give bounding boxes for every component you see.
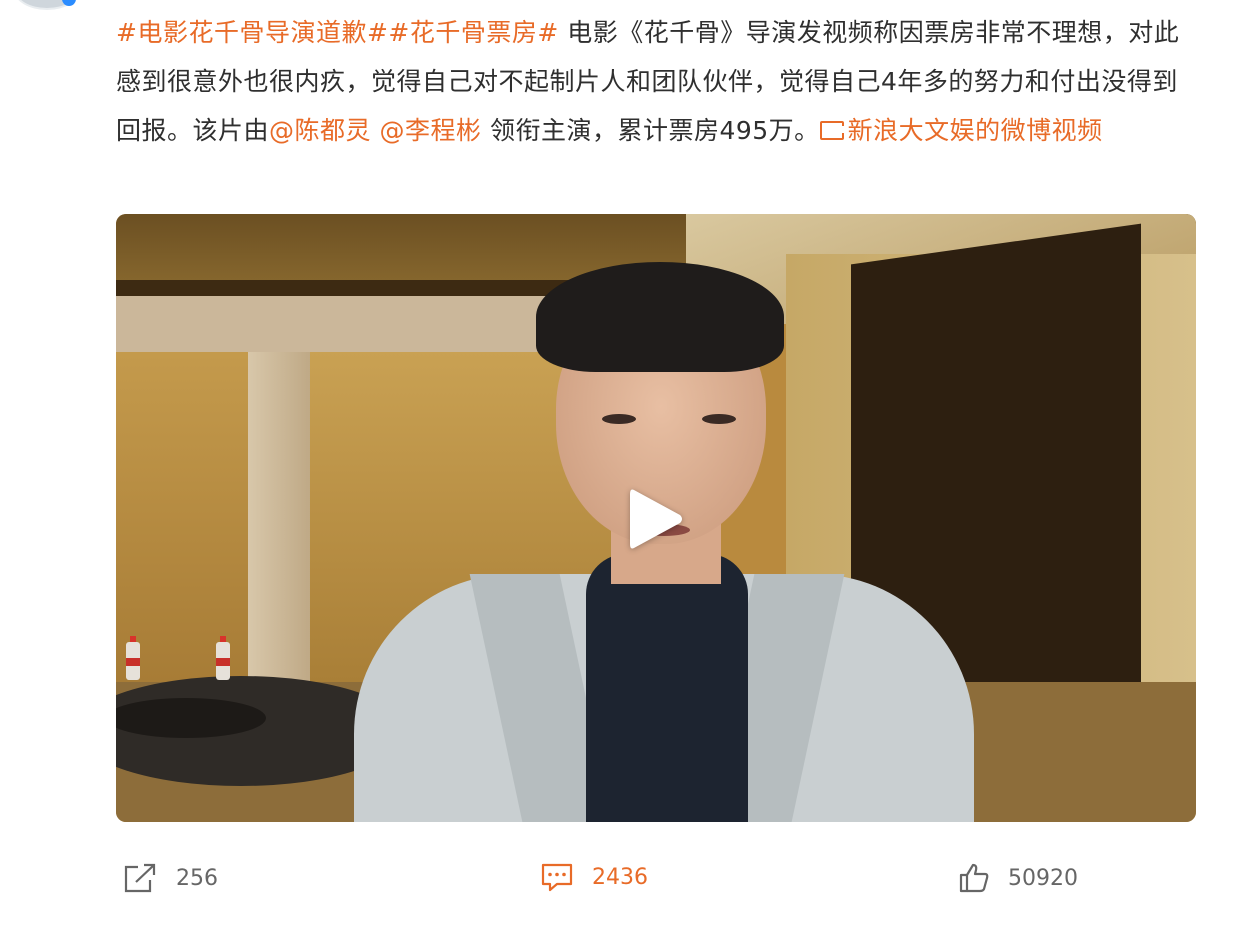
hashtag-link-director-apology[interactable]: #电影花千骨导演道歉# — [116, 18, 388, 47]
post-text: #电影花千骨导演道歉##花千骨票房# 电影《花千骨》导演发视频称因票房非常不理想… — [116, 8, 1196, 155]
hashtag-link-box-office[interactable]: #花千骨票房# — [388, 18, 558, 47]
share-icon — [124, 863, 156, 893]
like-button[interactable]: 50920 — [958, 862, 1078, 894]
like-count: 50920 — [1008, 865, 1078, 891]
thumbs-up-icon — [959, 863, 989, 893]
video-source-link[interactable]: 新浪大文娱的微博视频 — [819, 116, 1103, 145]
play-button[interactable] — [624, 484, 688, 554]
video-source-label: 新浪大文娱的微博视频 — [847, 116, 1103, 145]
comment-button[interactable]: 2436 — [540, 862, 648, 892]
comment-icon — [541, 863, 573, 892]
video-link-icon — [819, 121, 845, 140]
play-icon — [630, 489, 682, 549]
share-count: 256 — [176, 865, 218, 891]
comment-count: 2436 — [592, 864, 648, 890]
mention-link-li-chengbin[interactable]: @李程彬 — [379, 116, 481, 145]
post-body-text-end: 领衔主演，累计票房495万。 — [481, 116, 820, 145]
share-button[interactable]: 256 — [122, 862, 218, 894]
post-actions-bar: 256 2436 50920 — [0, 852, 1244, 912]
video-player[interactable] — [116, 214, 1196, 822]
mention-link-chen-duling[interactable]: @陈都灵 — [269, 116, 371, 145]
